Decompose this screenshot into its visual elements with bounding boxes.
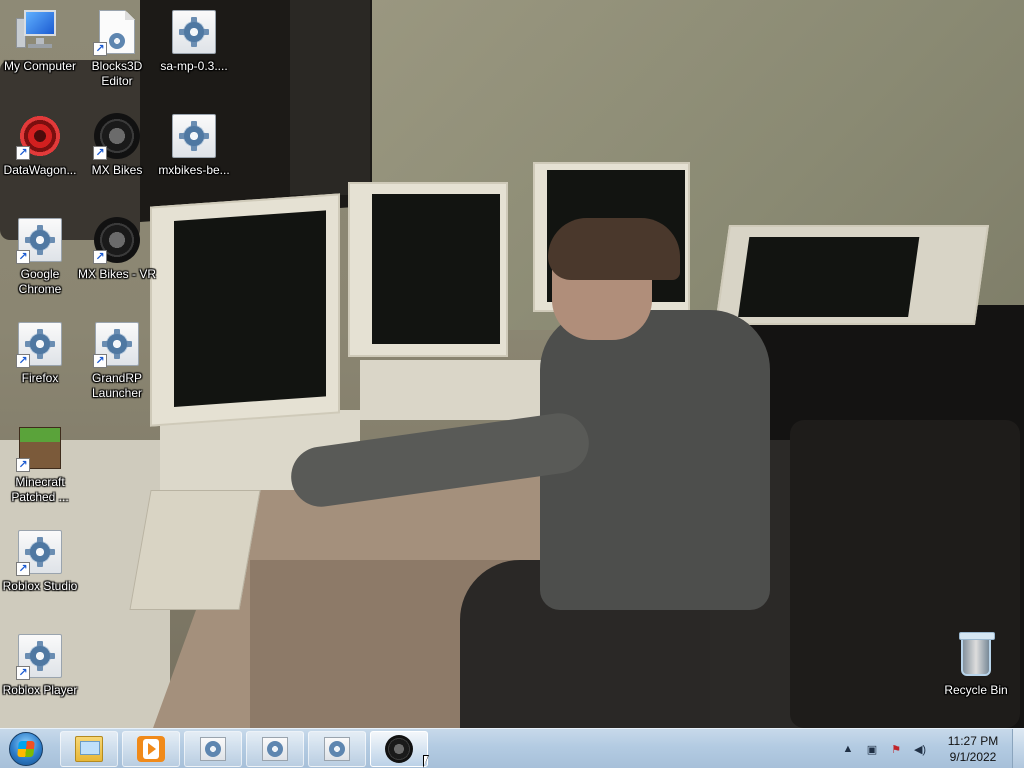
desktop-icon-label: Recycle Bin	[944, 683, 1008, 697]
desktop-icon-minecraft[interactable]: ↗ Minecraft Patched ...	[0, 424, 80, 505]
system-tray: ▲ ▣ ⚑ ◀)	[840, 729, 928, 768]
mouse-cursor-icon	[423, 755, 429, 768]
shortcut-arrow-icon: ↗	[93, 146, 107, 160]
wallpaper-terminal	[714, 225, 990, 325]
windows-orb-icon	[9, 732, 43, 766]
wallpaper-monitor-2	[348, 182, 508, 357]
generic-app-icon	[172, 114, 216, 158]
desktop-icon-label: DataWagon...	[3, 163, 77, 177]
desktop-icon-roblox-player[interactable]: ↗ Roblox Player	[0, 632, 80, 698]
desktop-icon-google-chrome[interactable]: ↗ Google Chrome	[0, 216, 80, 297]
desktop-icon-datawagon[interactable]: ↗ DataWagon...	[0, 112, 80, 178]
desktop-icon-my-computer[interactable]: My Computer	[0, 8, 80, 74]
desktop-icon-label: mxbikes-be...	[158, 163, 230, 177]
desktop-icon-label: MX Bikes - VR	[77, 267, 156, 281]
desktop-icon-label: MX Bikes	[91, 163, 143, 177]
wallpaper-keyboard	[129, 490, 261, 610]
desktop-icon-label: Minecraft Patched ...	[11, 475, 69, 504]
desktop-icon-roblox-studio[interactable]: ↗ Roblox Studio	[0, 528, 80, 594]
desktop-icon-label: My Computer	[3, 59, 77, 73]
desktop-icon-label: sa-mp-0.3....	[160, 59, 228, 73]
desktop-icon-label: Firefox	[21, 371, 59, 385]
desktop-icon-blocks3d-editor[interactable]: ↗ Blocks3D Editor	[77, 8, 157, 89]
taskbar-clock[interactable]: 11:27 PM 9/1/2022	[940, 733, 1006, 765]
computer-icon	[16, 8, 62, 54]
shortcut-arrow-icon: ↗	[16, 666, 30, 680]
desktop-icon-mx-bikes[interactable]: ↗ MX Bikes	[77, 112, 157, 178]
generic-app-icon	[262, 737, 288, 761]
taskbar-button-app-1[interactable]	[184, 731, 242, 767]
show-hidden-icons-arrow-icon[interactable]: ▲	[840, 741, 856, 757]
wallpaper-dark-panel-2	[290, 0, 370, 195]
tire-icon	[385, 735, 413, 763]
network-icon[interactable]: ▣	[864, 741, 880, 757]
desktop-icon-recycle-bin[interactable]: Recycle Bin	[936, 632, 1016, 698]
action-center-flag-icon[interactable]: ⚑	[888, 741, 904, 757]
shortcut-arrow-icon: ↗	[16, 458, 30, 472]
taskbar-button-mx-bikes[interactable]	[370, 731, 428, 767]
volume-icon[interactable]: ◀)	[912, 741, 928, 757]
desktop-icon-label: Google Chrome	[18, 267, 62, 296]
taskbar-button-explorer[interactable]	[60, 731, 118, 767]
desktop-icon-grandrp-launcher[interactable]: ↗ GrandRP Launcher	[77, 320, 157, 401]
show-desktop-button[interactable]	[1012, 729, 1024, 768]
clock-date: 9/1/2022	[949, 750, 997, 764]
shortcut-arrow-icon: ↗	[93, 42, 107, 56]
taskbar: ▲ ▣ ⚑ ◀) 11:27 PM 9/1/2022	[0, 728, 1024, 768]
folder-icon	[75, 736, 103, 762]
generic-app-icon	[200, 737, 226, 761]
desktop-icon-label: GrandRP Launcher	[91, 371, 143, 400]
desktop-icon-sa-mp[interactable]: sa-mp-0.3....	[154, 8, 234, 74]
wallpaper-person-hair	[548, 218, 680, 280]
shortcut-arrow-icon: ↗	[93, 354, 107, 368]
taskbar-button-media-player[interactable]	[122, 731, 180, 767]
desktop-icon-label: Roblox Studio	[2, 579, 78, 593]
taskbar-button-app-2[interactable]	[246, 731, 304, 767]
desktop-icon-mxbikes-beta[interactable]: mxbikes-be...	[154, 112, 234, 178]
taskbar-button-app-3[interactable]	[308, 731, 366, 767]
desktop-icon-label: Blocks3D Editor	[91, 59, 143, 88]
generic-app-icon	[172, 10, 216, 54]
wallpaper-monitor-1	[150, 193, 340, 427]
shortcut-arrow-icon: ↗	[16, 354, 30, 368]
recycle-bin-icon	[959, 632, 995, 676]
start-button[interactable]	[4, 731, 48, 767]
desktop-icon-label: Roblox Player	[2, 683, 78, 697]
clock-time: 11:27 PM	[947, 734, 999, 748]
shortcut-arrow-icon: ↗	[16, 250, 30, 264]
shortcut-arrow-icon: ↗	[16, 146, 30, 160]
desktop-icon-firefox[interactable]: ↗ Firefox	[0, 320, 80, 386]
desktop-icon-mx-bikes-vr[interactable]: ↗ MX Bikes - VR	[77, 216, 157, 282]
media-player-icon	[137, 736, 165, 762]
wallpaper-base-unit-2	[360, 360, 550, 420]
shortcut-arrow-icon: ↗	[16, 562, 30, 576]
shortcut-arrow-icon: ↗	[93, 250, 107, 264]
generic-app-icon	[324, 737, 350, 761]
